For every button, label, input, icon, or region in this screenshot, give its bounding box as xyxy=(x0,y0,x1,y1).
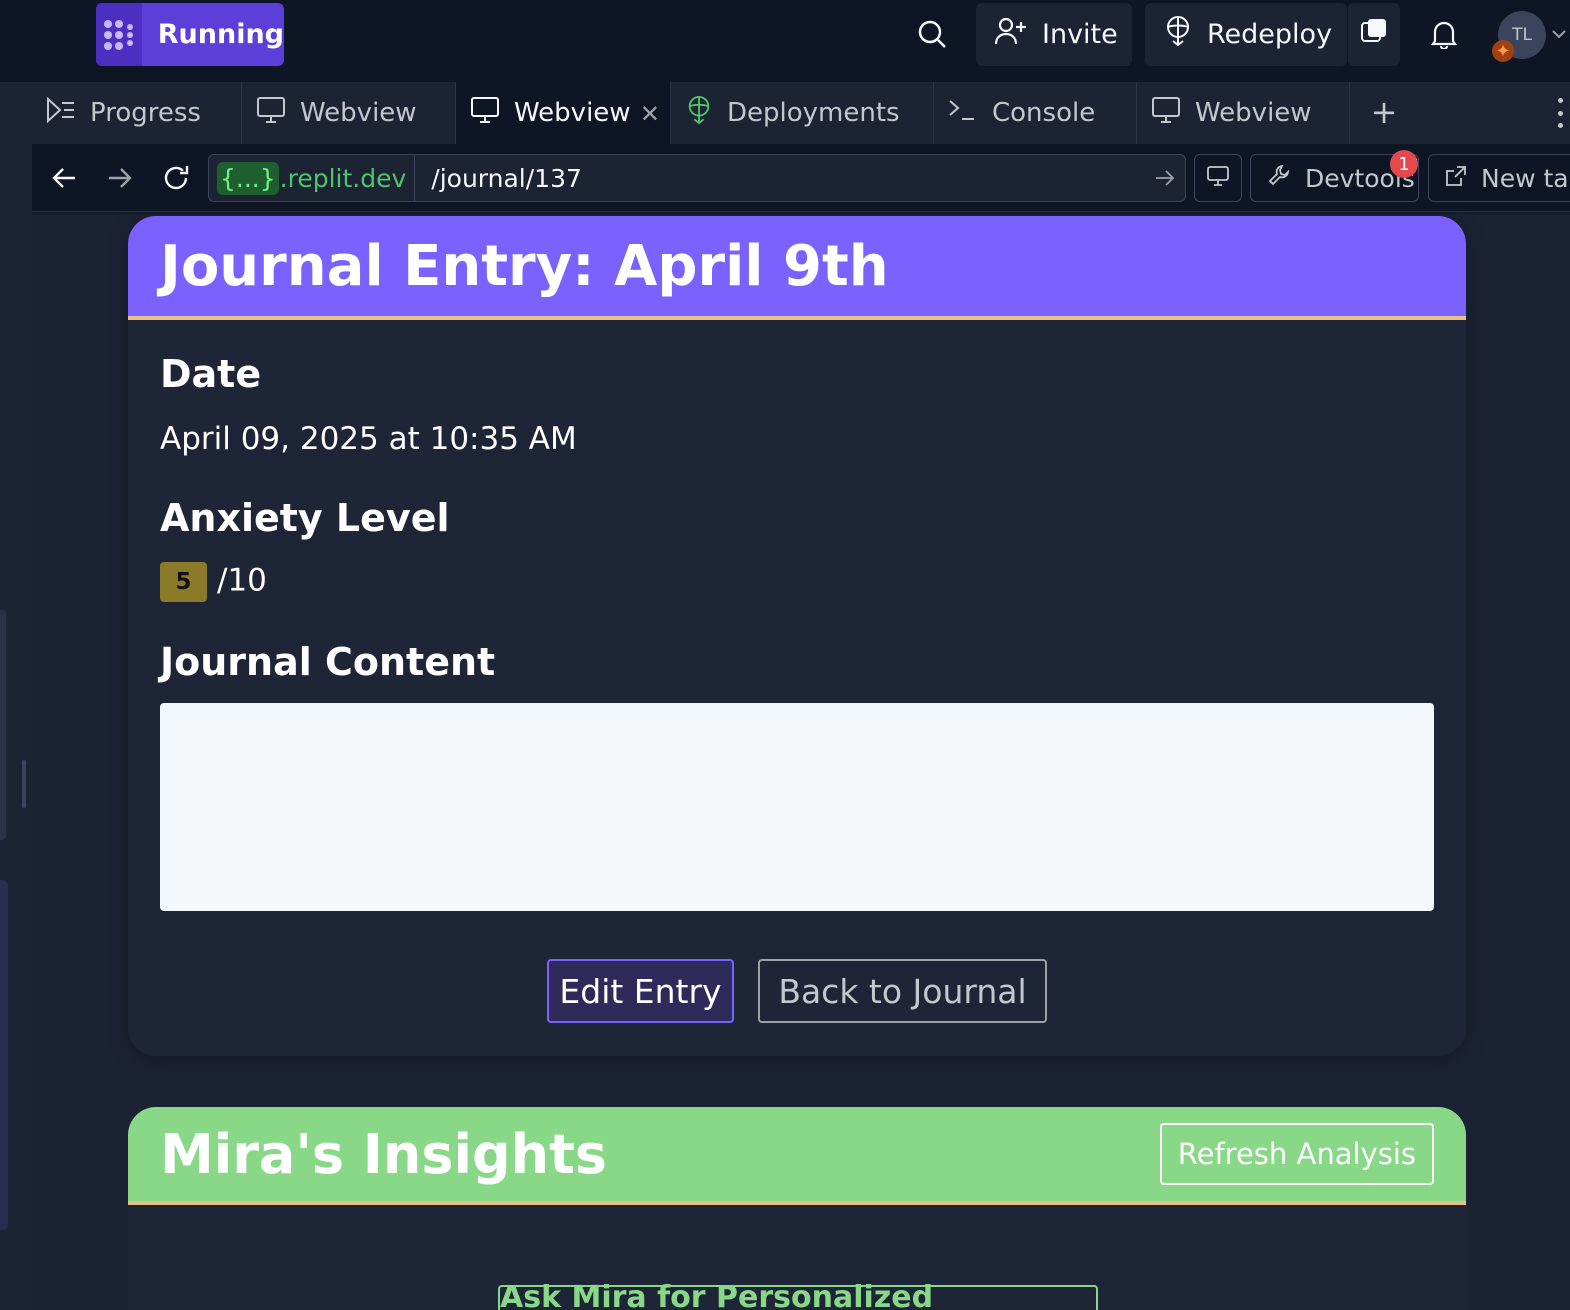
anxiety-badge: 5 xyxy=(160,562,207,602)
back-to-journal-button[interactable]: Back to Journal xyxy=(758,959,1047,1023)
invite-label: Invite xyxy=(1042,19,1118,50)
content-label: Journal Content xyxy=(160,640,496,684)
top-bar: Running Invite Redeploy TL ✦ xyxy=(0,0,1570,70)
tab-webview[interactable]: Webview xyxy=(1137,82,1350,144)
date-value: April 09, 2025 at 10:35 AM xyxy=(160,421,577,457)
tab-webview-active[interactable]: Webview ✕ xyxy=(456,82,671,144)
monitor-icon xyxy=(256,96,286,131)
tab-console[interactable]: Console xyxy=(934,82,1137,144)
external-link-icon xyxy=(1445,164,1467,193)
add-tab-icon[interactable]: + xyxy=(1366,93,1402,131)
multiplayer-button[interactable] xyxy=(1348,3,1400,66)
run-label: Running xyxy=(157,19,284,50)
search-icon[interactable] xyxy=(912,14,952,54)
go-arrow-icon[interactable] xyxy=(1145,169,1185,187)
tab-label: Webview xyxy=(300,98,417,128)
insights-title: Mira's Insights xyxy=(160,1122,608,1186)
journal-content-box xyxy=(160,703,1434,911)
tab-bar: Progress Webview Webview ✕ Deployments C… xyxy=(32,82,1570,144)
bell-icon[interactable] xyxy=(1424,14,1464,54)
invite-button[interactable]: Invite xyxy=(976,3,1132,66)
tab-label: Webview xyxy=(1195,98,1312,128)
date-label: Date xyxy=(160,352,262,396)
more-icon[interactable] xyxy=(1550,98,1570,128)
wrench-icon xyxy=(1267,163,1291,193)
tab-label: Webview xyxy=(514,98,631,128)
journal-entry-card: Journal Entry: April 9th Date April 09, … xyxy=(128,216,1466,1056)
tab-label: Progress xyxy=(90,98,201,128)
deploy-icon xyxy=(1163,15,1193,54)
back-arrow-icon[interactable] xyxy=(46,160,82,196)
insights-card: Mira's Insights Refresh Analysis Ask Mir… xyxy=(128,1107,1466,1310)
replit-icon xyxy=(96,3,142,66)
reload-icon[interactable] xyxy=(158,160,194,196)
run-button[interactable]: Running xyxy=(96,3,284,66)
deploy-icon xyxy=(685,94,713,133)
tab-label: Console xyxy=(992,98,1096,128)
new-tab-button[interactable]: New tab xyxy=(1428,154,1570,202)
url-host: {...} .replit.dev xyxy=(209,155,416,201)
entry-header: Journal Entry: April 9th xyxy=(128,216,1466,320)
redeploy-button[interactable]: Redeploy xyxy=(1145,3,1347,66)
close-icon[interactable]: ✕ xyxy=(640,100,660,128)
url-host-suffix: .replit.dev xyxy=(279,163,407,193)
add-user-icon xyxy=(994,16,1028,53)
monitor-icon xyxy=(1206,164,1230,193)
notification-badge: 1 xyxy=(1390,150,1418,178)
windows-icon xyxy=(1360,17,1388,52)
monitor-icon xyxy=(1151,96,1181,131)
insights-header: Mira's Insights Refresh Analysis xyxy=(128,1107,1466,1205)
monitor-icon xyxy=(470,96,500,131)
new-tab-label: New tab xyxy=(1481,163,1570,193)
url-path[interactable]: /journal/137 xyxy=(415,164,1145,193)
tab-progress[interactable]: Progress xyxy=(32,82,242,144)
url-host-braces: {...} xyxy=(217,161,279,195)
redeploy-label: Redeploy xyxy=(1207,19,1333,50)
refresh-analysis-button[interactable]: Refresh Analysis xyxy=(1159,1123,1434,1185)
anxiety-max: /10 xyxy=(217,562,267,599)
tab-webview[interactable]: Webview xyxy=(242,82,456,144)
entry-title: Journal Entry: April 9th xyxy=(160,233,889,299)
progress-icon xyxy=(46,96,76,130)
edit-entry-button[interactable]: Edit Entry xyxy=(547,959,734,1023)
device-preview-button[interactable] xyxy=(1194,154,1242,202)
rail-panel xyxy=(0,880,8,1230)
ask-mira-button[interactable]: Ask Mira for Personalized Guidance xyxy=(498,1280,1098,1310)
anxiety-value: 5/10 xyxy=(160,562,267,602)
url-field[interactable]: {...} .replit.dev /journal/137 xyxy=(208,154,1186,202)
tab-label: Deployments xyxy=(727,98,900,128)
rail-panel xyxy=(0,610,6,840)
sparkle-icon: ✦ xyxy=(1492,40,1514,62)
anxiety-label: Anxiety Level xyxy=(160,496,450,540)
chevron-down-icon[interactable] xyxy=(1548,14,1570,54)
tab-deployments[interactable]: Deployments xyxy=(671,82,934,144)
terminal-icon xyxy=(948,97,978,130)
resize-handle[interactable] xyxy=(22,760,26,808)
webview: Journal Entry: April 9th Date April 09, … xyxy=(32,213,1570,1310)
forward-arrow-icon[interactable] xyxy=(102,160,138,196)
